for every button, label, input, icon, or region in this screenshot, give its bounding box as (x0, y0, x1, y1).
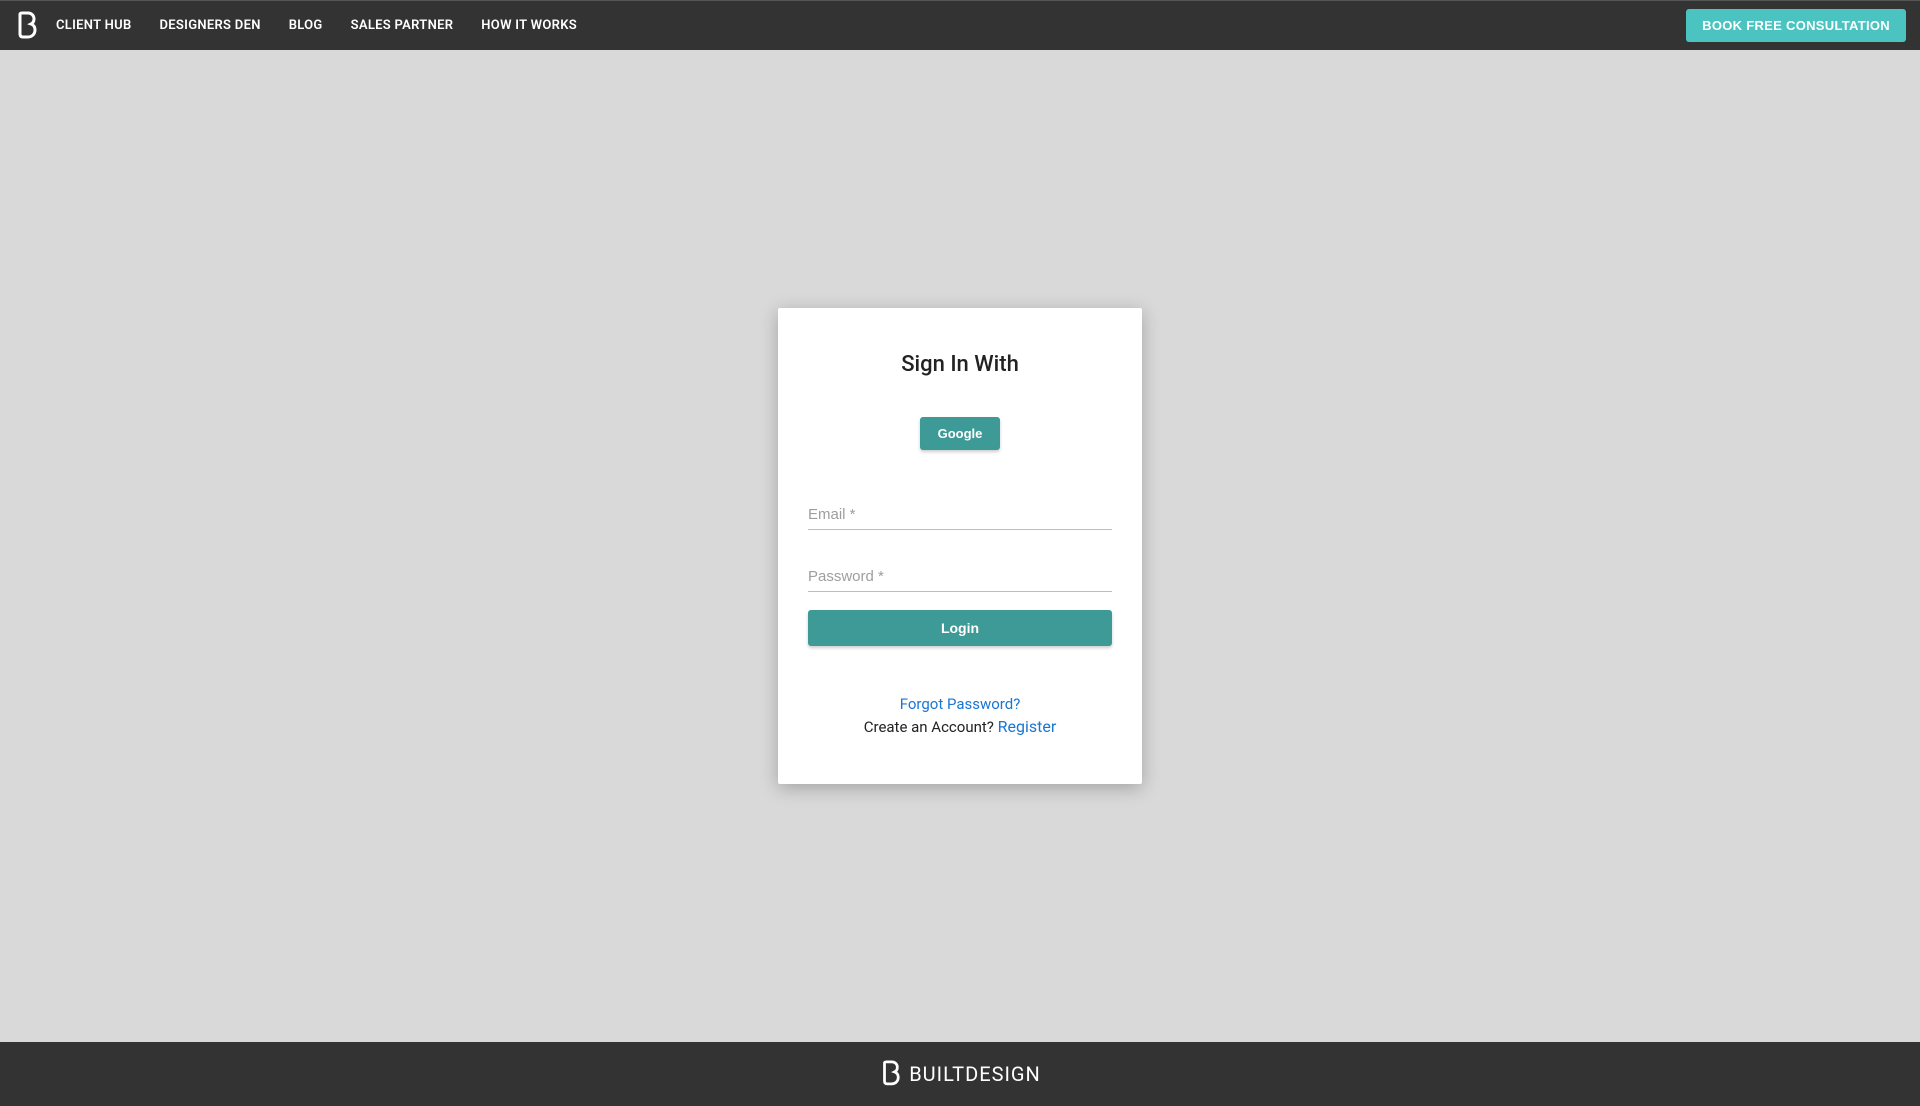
google-signin-button[interactable]: Google (920, 417, 1001, 450)
email-field[interactable] (808, 500, 1112, 530)
login-title: Sign In With (808, 352, 1112, 377)
footer-logo-icon (879, 1060, 901, 1088)
nav-designers-den[interactable]: DESIGNERS DEN (160, 18, 261, 33)
create-account-text: Create an Account? (864, 718, 998, 736)
footer: BUILTDESIGN (0, 1042, 1920, 1106)
email-field-wrapper (808, 500, 1112, 530)
password-field[interactable] (808, 562, 1112, 592)
main: Sign In With Google Login Forgot Passwor… (0, 50, 1920, 1042)
nav-how-it-works[interactable]: HOW IT WORKS (481, 18, 577, 33)
header: CLIENT HUB DESIGNERS DEN BLOG SALES PART… (0, 0, 1920, 50)
footer-logo[interactable]: BUILTDESIGN (879, 1060, 1041, 1088)
nav-client-hub[interactable]: CLIENT HUB (56, 18, 132, 33)
login-button[interactable]: Login (808, 610, 1112, 646)
login-links: Forgot Password? Create an Account? Regi… (808, 694, 1112, 736)
nav-sales-partner[interactable]: SALES PARTNER (351, 18, 454, 33)
book-consultation-button[interactable]: BOOK FREE CONSULTATION (1686, 9, 1906, 42)
login-card: Sign In With Google Login Forgot Passwor… (778, 308, 1142, 784)
nav-blog[interactable]: BLOG (289, 18, 323, 33)
footer-brand-text: BUILTDESIGN (909, 1062, 1041, 1086)
password-field-wrapper (808, 562, 1112, 592)
nav: CLIENT HUB DESIGNERS DEN BLOG SALES PART… (56, 18, 577, 33)
logo-icon[interactable] (14, 11, 38, 41)
forgot-password-link[interactable]: Forgot Password? (900, 695, 1021, 713)
register-link[interactable]: Register (998, 717, 1057, 736)
